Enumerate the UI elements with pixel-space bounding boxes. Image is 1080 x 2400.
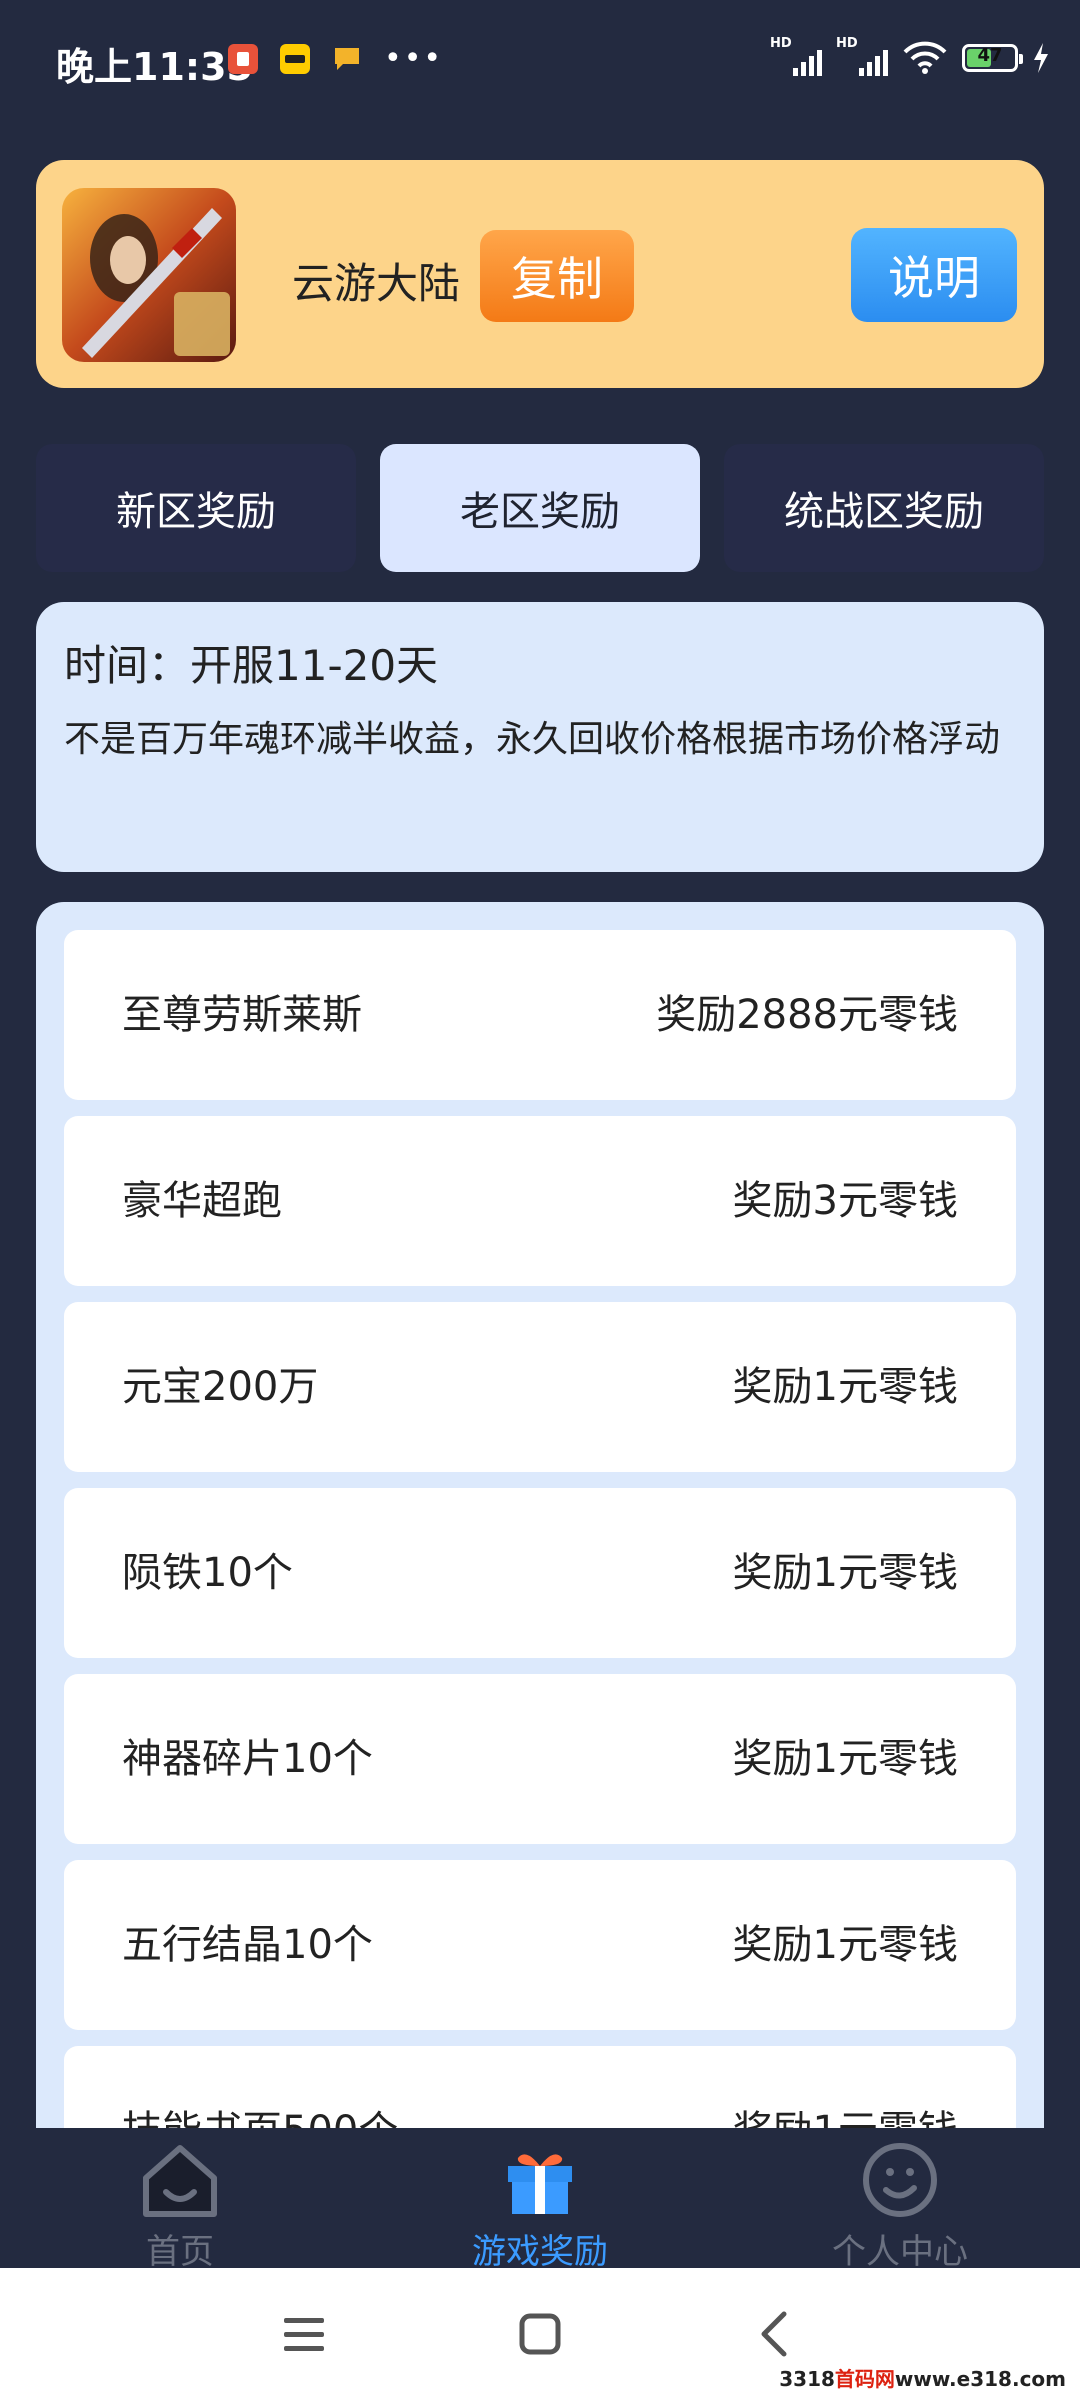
reward-row: 陨铁10个 奖励1元零钱	[64, 1488, 1016, 1658]
reward-row: 神器碎片10个 奖励1元零钱	[64, 1674, 1016, 1844]
watermark-prefix: 3318	[779, 2367, 835, 2391]
reward-row: 至尊劳斯莱斯 奖励2888元零钱	[64, 930, 1016, 1100]
hd-label: HD	[770, 36, 792, 51]
copy-button[interactable]: 复制	[480, 230, 634, 322]
watermark-mid: 首码网	[834, 2367, 895, 2391]
battery-level: 47	[977, 45, 1003, 66]
reward-value: 奖励2888元零钱	[656, 992, 958, 1038]
nav-profile[interactable]: 个人中心	[720, 2128, 1080, 2272]
signal-icon-2: HD	[836, 36, 888, 76]
smiley-icon	[863, 2143, 937, 2217]
nav-game-rewards[interactable]: 游戏奖励	[360, 2128, 720, 2272]
watermark-suffix: www.e318.com	[894, 2367, 1066, 2391]
hd-label-2: HD	[836, 36, 858, 51]
reward-value: 奖励1元零钱	[732, 1550, 958, 1596]
game-name: 云游大陆	[292, 259, 461, 308]
tab-old-server[interactable]: 老区奖励	[380, 444, 700, 572]
nav-game-rewards-label: 游戏奖励	[472, 2232, 608, 2272]
reward-value: 奖励1元零钱	[732, 1736, 958, 1782]
help-button[interactable]: 说明	[851, 228, 1017, 322]
status-right-icons: HD HD 47	[770, 36, 1050, 76]
nav-home-label: 首页	[146, 2232, 214, 2272]
tab-alliance-server[interactable]: 统战区奖励	[724, 444, 1044, 572]
charging-icon	[1034, 43, 1048, 73]
reward-value: 奖励3元零钱	[732, 1178, 958, 1224]
watermark: 3318首码网www.e318.com	[779, 2363, 1066, 2392]
reward-name: 元宝200万	[122, 1364, 319, 1410]
info-description: 不是百万年魂环减半收益，永久回收价格根据市场价格浮动	[64, 719, 1001, 760]
reward-name: 陨铁10个	[122, 1550, 293, 1596]
reward-tabs: 新区奖励 老区奖励 统战区奖励	[36, 444, 1044, 572]
status-bar: 晚上11:35 ••• HD HD 47	[0, 0, 1080, 100]
reward-list[interactable]: 至尊劳斯莱斯 奖励2888元零钱 豪华超跑 奖励3元零钱 元宝200万 奖励1元…	[36, 902, 1044, 2152]
home-square-icon[interactable]	[508, 2302, 572, 2366]
reward-row: 元宝200万 奖励1元零钱	[64, 1302, 1016, 1472]
server-time-text: 时间：开服11-20天	[64, 641, 439, 690]
message-icon	[332, 44, 362, 74]
reward-value: 奖励1元零钱	[732, 1364, 958, 1410]
signal-icon: HD	[770, 36, 822, 76]
reward-name: 五行结晶10个	[122, 1922, 373, 1968]
system-navigation-bar: 3318首码网www.e318.com	[0, 2268, 1080, 2400]
nav-profile-label: 个人中心	[832, 2232, 968, 2272]
bottom-nav: 首页 游戏奖励 个人中心	[0, 2128, 1080, 2272]
game-header-card: 云游大陆 复制 说明	[36, 160, 1044, 388]
status-time: 晚上11:35	[56, 45, 253, 89]
reward-row: 豪华超跑 奖励3元零钱	[64, 1116, 1016, 1286]
battery-icon: 47	[962, 44, 1023, 72]
reward-name: 豪华超跑	[122, 1178, 282, 1224]
reward-row: 五行结晶10个 奖励1元零钱	[64, 1860, 1016, 2030]
back-icon[interactable]	[744, 2302, 808, 2366]
home-icon	[143, 2145, 217, 2217]
reward-name: 至尊劳斯莱斯	[122, 992, 362, 1038]
reward-value: 奖励1元零钱	[732, 1922, 958, 1968]
more-notifications-icon: •••	[384, 41, 444, 76]
gift-icon	[508, 2154, 572, 2214]
nav-home[interactable]: 首页	[0, 2128, 360, 2272]
menu-icon[interactable]	[272, 2302, 336, 2366]
reward-name: 神器碎片10个	[122, 1736, 373, 1782]
wifi-icon	[903, 41, 947, 74]
game-icon[interactable]	[62, 188, 236, 362]
tab-new-server[interactable]: 新区奖励	[36, 444, 356, 572]
meituan-icon	[280, 44, 310, 74]
info-card: 时间：开服11-20天 不是百万年魂环减半收益，永久回收价格根据市场价格浮动	[36, 602, 1044, 872]
notification-icons: •••	[228, 44, 443, 74]
notification-app-icon	[228, 44, 258, 74]
